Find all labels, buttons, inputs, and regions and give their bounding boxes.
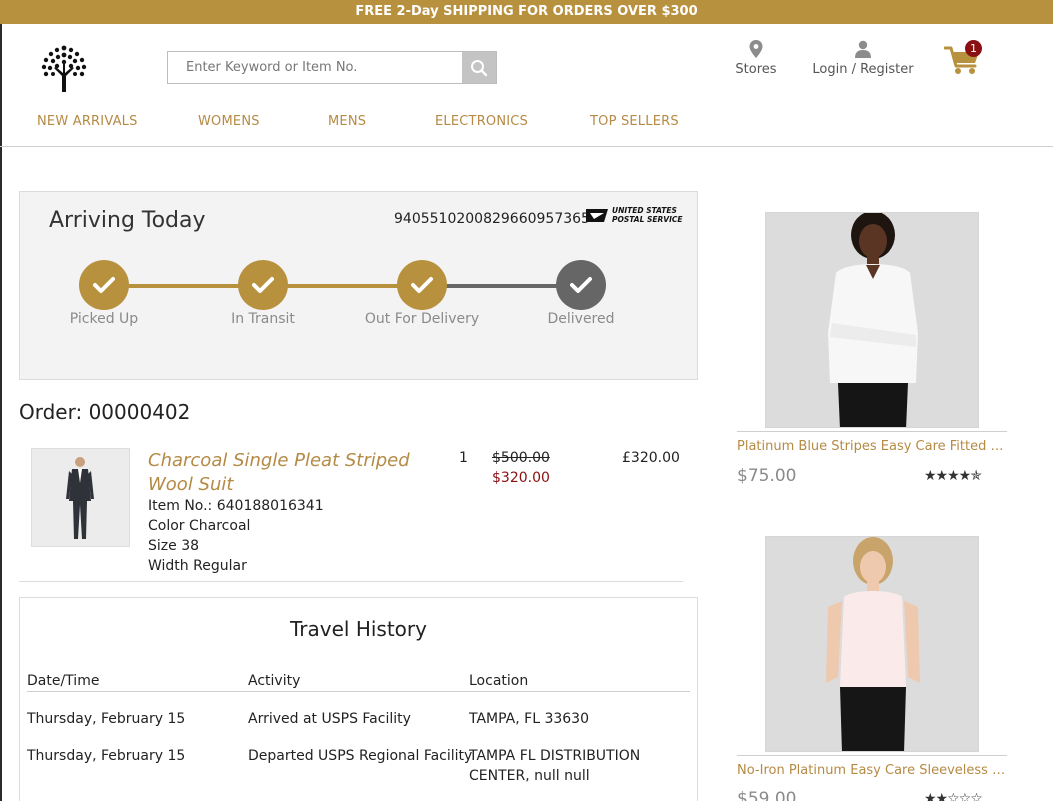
step-delivered <box>556 260 606 310</box>
history-activity: Arrived at USPS Facility <box>248 711 411 727</box>
search-icon <box>471 59 488 76</box>
suit-figure-image <box>32 449 129 546</box>
line-total: £320.00 <box>622 450 680 466</box>
usps-text-line2: POSTAL SERVICE <box>612 215 683 224</box>
woman-striped-shirt-image <box>766 213 978 427</box>
product-image[interactable] <box>31 448 130 547</box>
order-divider <box>19 581 683 582</box>
search-button[interactable] <box>462 52 496 83</box>
delivery-status-title: Arriving Today <box>49 208 206 233</box>
history-activity: Departed USPS Regional Facility <box>248 748 473 764</box>
step-label: In Transit <box>231 311 295 327</box>
item-color: Color Charcoal <box>148 518 251 534</box>
item-number: Item No.: 640188016341 <box>148 498 324 514</box>
history-date: Thursday, February 15 <box>27 748 186 764</box>
original-price: $500.00 <box>492 450 550 466</box>
recommendation-name-link[interactable]: No-Iron Platinum Easy Care Sleeveless Fi… <box>737 763 1007 778</box>
history-location: TAMPA FL DISTRIBUTION CENTER, null null <box>469 748 641 784</box>
cart-count-badge: 1 <box>965 40 982 57</box>
nav-electronics[interactable]: ELECTRONICS <box>435 114 528 129</box>
map-pin-icon <box>749 40 763 58</box>
tracking-number: 9405510200829660957365 <box>394 211 590 227</box>
step-out-for-delivery <box>397 260 447 310</box>
order-title: Order: 00000402 <box>19 400 191 424</box>
login-label: Login / Register <box>812 62 914 77</box>
travel-history-panel: Travel History Date/Time Activity Locati… <box>19 597 698 801</box>
column-header-location: Location <box>469 673 529 689</box>
item-size: Size 38 <box>148 538 200 554</box>
login-register-link[interactable]: Login / Register <box>808 40 918 77</box>
recommendation-divider <box>737 431 1007 432</box>
nav-mens[interactable]: MENS <box>328 114 366 129</box>
step-label: Out For Delivery <box>364 311 480 327</box>
nav-new-arrivals[interactable]: NEW ARRIVALS <box>37 114 138 129</box>
header-divider <box>27 691 690 692</box>
cart-button[interactable]: 1 <box>944 40 986 76</box>
usps-text-line1: UNITED STATES <box>612 206 677 215</box>
nav-divider <box>0 146 1053 147</box>
history-location: TAMPA, FL 33630 <box>469 711 589 727</box>
item-quantity: 1 <box>459 450 468 466</box>
check-icon <box>570 277 592 293</box>
main-nav: NEW ARRIVALS WOMENS MENS ELECTRONICS TOP… <box>0 114 1053 134</box>
sale-price: $320.00 <box>492 470 550 486</box>
usps-logo: UNITED STATES POSTAL SERVICE <box>586 206 683 224</box>
search-box <box>167 51 497 84</box>
check-icon <box>252 277 274 293</box>
nav-top-sellers[interactable]: TOP SELLERS <box>590 114 679 129</box>
recommendation-name-link[interactable]: Platinum Blue Stripes Easy Care Fitted S… <box>737 439 1007 454</box>
star-rating: ★★★★✯ <box>924 468 982 484</box>
step-label: Delivered <box>547 311 615 327</box>
promo-banner: FREE 2-Day SHIPPING FOR ORDERS OVER $300 <box>0 0 1053 24</box>
recommendation-price: $59.00 <box>737 789 797 801</box>
stores-link[interactable]: Stores <box>730 40 782 77</box>
star-rating: ★★☆☆☆ <box>924 791 983 801</box>
product-name-link[interactable]: Charcoal Single Pleat Striped Wool Suit <box>148 449 448 497</box>
step-in-transit <box>238 260 288 310</box>
user-icon <box>855 40 871 58</box>
recommendation-divider <box>737 755 1007 756</box>
column-header-date: Date/Time <box>27 673 100 689</box>
column-header-activity: Activity <box>248 673 301 689</box>
woman-sleeveless-top-image <box>766 537 978 751</box>
stores-label: Stores <box>735 62 777 77</box>
recommendation-price: $75.00 <box>737 466 797 486</box>
check-icon <box>93 277 115 293</box>
tree-logo-icon[interactable] <box>36 40 92 96</box>
search-input[interactable] <box>168 52 462 83</box>
step-label: Picked Up <box>69 311 139 327</box>
check-icon <box>411 277 433 293</box>
history-date: Thursday, February 15 <box>27 711 186 727</box>
recommendation-image[interactable] <box>765 536 979 752</box>
nav-womens[interactable]: WOMENS <box>198 114 260 129</box>
recommendation-image[interactable] <box>765 212 979 428</box>
travel-history-title: Travel History <box>290 617 427 641</box>
item-width: Width Regular <box>148 558 247 574</box>
tracking-panel: Arriving Today 9405510200829660957365 UN… <box>19 191 698 380</box>
step-picked-up <box>79 260 129 310</box>
